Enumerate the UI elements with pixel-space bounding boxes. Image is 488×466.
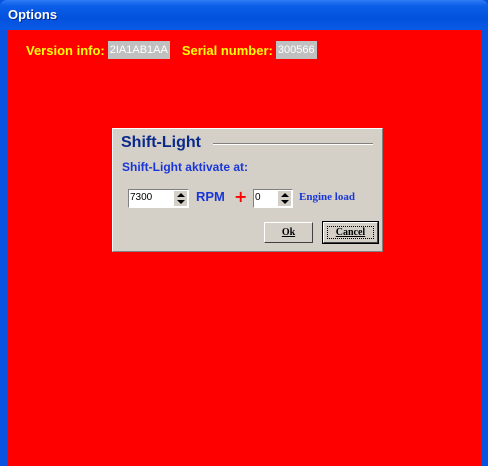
arrow-up-icon[interactable] xyxy=(281,193,289,197)
arrow-down-icon[interactable] xyxy=(281,200,289,204)
rpm-input[interactable]: 7300 xyxy=(130,191,152,205)
group-divider xyxy=(213,143,373,145)
engine-load-input[interactable]: 0 xyxy=(255,191,261,205)
info-row: Version info: 2IA1AB1AA Serial number: 3… xyxy=(26,41,317,59)
engine-load-spinner[interactable]: 0 xyxy=(253,189,293,208)
arrow-down-icon[interactable] xyxy=(177,200,185,204)
ok-button[interactable]: Ok xyxy=(264,222,313,243)
version-value: 2IA1AB1AA xyxy=(107,41,170,59)
serial-value: 300566 xyxy=(275,41,317,59)
rpm-spinner[interactable]: 7300 xyxy=(128,189,189,208)
window-title: Options xyxy=(8,7,58,22)
serial-label: Serial number: xyxy=(181,42,273,58)
shift-light-panel: Shift-Light Shift-Light aktivate at: 730… xyxy=(112,128,383,252)
version-label: Version info: xyxy=(26,42,105,58)
shift-light-title: Shift-Light xyxy=(121,134,204,152)
plus-icon: + xyxy=(234,187,248,206)
shift-light-subtitle: Shift-Light aktivate at: xyxy=(122,160,249,174)
rpm-unit-label: RPM xyxy=(196,189,225,204)
engine-load-spin-buttons[interactable] xyxy=(277,191,291,206)
cancel-button[interactable]: Cancel xyxy=(322,221,379,244)
rpm-spin-buttons[interactable] xyxy=(173,191,187,206)
ok-button-label: Ok xyxy=(281,227,296,238)
title-bar[interactable]: Options xyxy=(0,0,488,30)
focus-rect xyxy=(327,226,374,239)
options-window: Options Version info: 2IA1AB1AA Serial n… xyxy=(0,0,488,466)
engine-load-label: Engine load xyxy=(299,191,355,203)
arrow-up-icon[interactable] xyxy=(177,193,185,197)
